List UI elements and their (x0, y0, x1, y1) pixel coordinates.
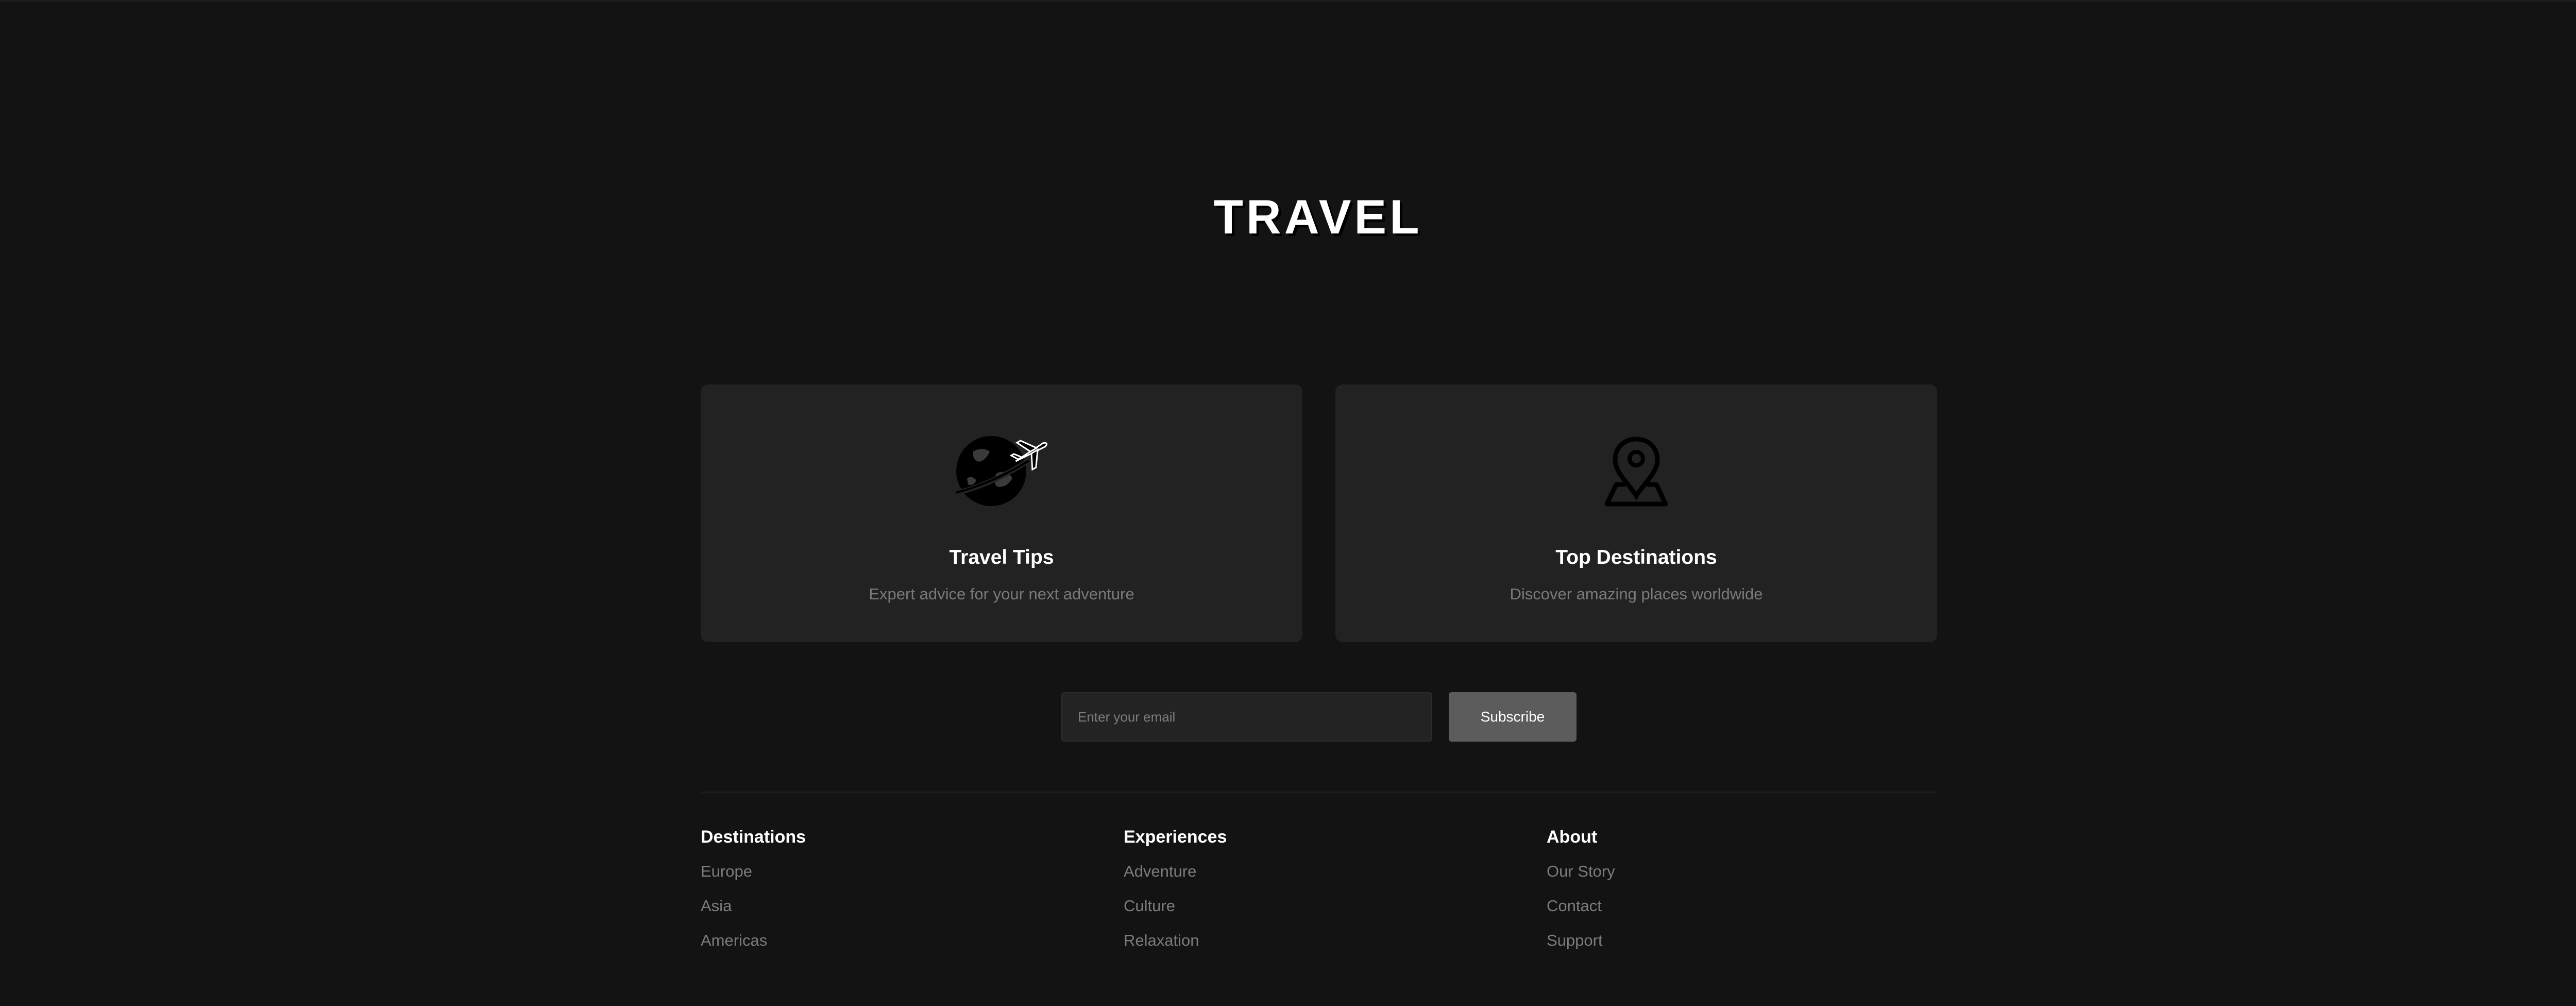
footer-link-culture[interactable]: Culture (1124, 896, 1484, 916)
logo-text: TRAVEL (1213, 192, 1422, 244)
footer-link-americas[interactable]: Americas (701, 930, 1061, 951)
card-description: Discover amazing places worldwide (1510, 585, 1763, 603)
footer-column-about: About Our Story Contact Support (1547, 826, 1907, 965)
card-title: Travel Tips (949, 546, 1054, 568)
footer-heading: Experiences (1124, 827, 1227, 847)
card-description: Expert advice for your next adventure (869, 585, 1134, 603)
travel-logo[interactable]: TRAVEL TRAVEL (1175, 192, 1463, 249)
footer-heading: Destinations (701, 827, 806, 847)
card-travel-tips[interactable]: Travel Tips Expert advice for your next … (701, 384, 1302, 642)
footer-link-asia[interactable]: Asia (701, 896, 1061, 916)
footer-divider (701, 792, 1937, 793)
footer-link-our-story[interactable]: Our Story (1547, 861, 1907, 882)
footer-link-europe[interactable]: Europe (701, 861, 1061, 882)
email-input[interactable] (1061, 692, 1432, 742)
subscribe-button[interactable]: Subscribe (1449, 692, 1577, 742)
footer-link-support[interactable]: Support (1547, 930, 1907, 951)
logo-area: TRAVEL TRAVEL (0, 192, 2576, 249)
footer-heading: About (1547, 827, 1598, 847)
footer-link-relaxation[interactable]: Relaxation (1124, 930, 1484, 951)
map-pin-icon (1604, 437, 1668, 507)
footer-link-adventure[interactable]: Adventure (1124, 861, 1484, 882)
card-title: Top Destinations (1555, 546, 1717, 568)
card-top-destinations[interactable]: Top Destinations Discover amazing places… (1335, 384, 1937, 642)
footer-link-contact[interactable]: Contact (1547, 896, 1907, 916)
footer-column-experiences: Experiences Adventure Culture Relaxation (1124, 826, 1484, 965)
globe-airplane-icon (953, 436, 1048, 506)
travel-page: TRAVEL TRAVEL Travel Tips Expert advice … (0, 0, 2576, 1006)
footer-column-destinations: Destinations Europe Asia Americas (701, 826, 1061, 965)
